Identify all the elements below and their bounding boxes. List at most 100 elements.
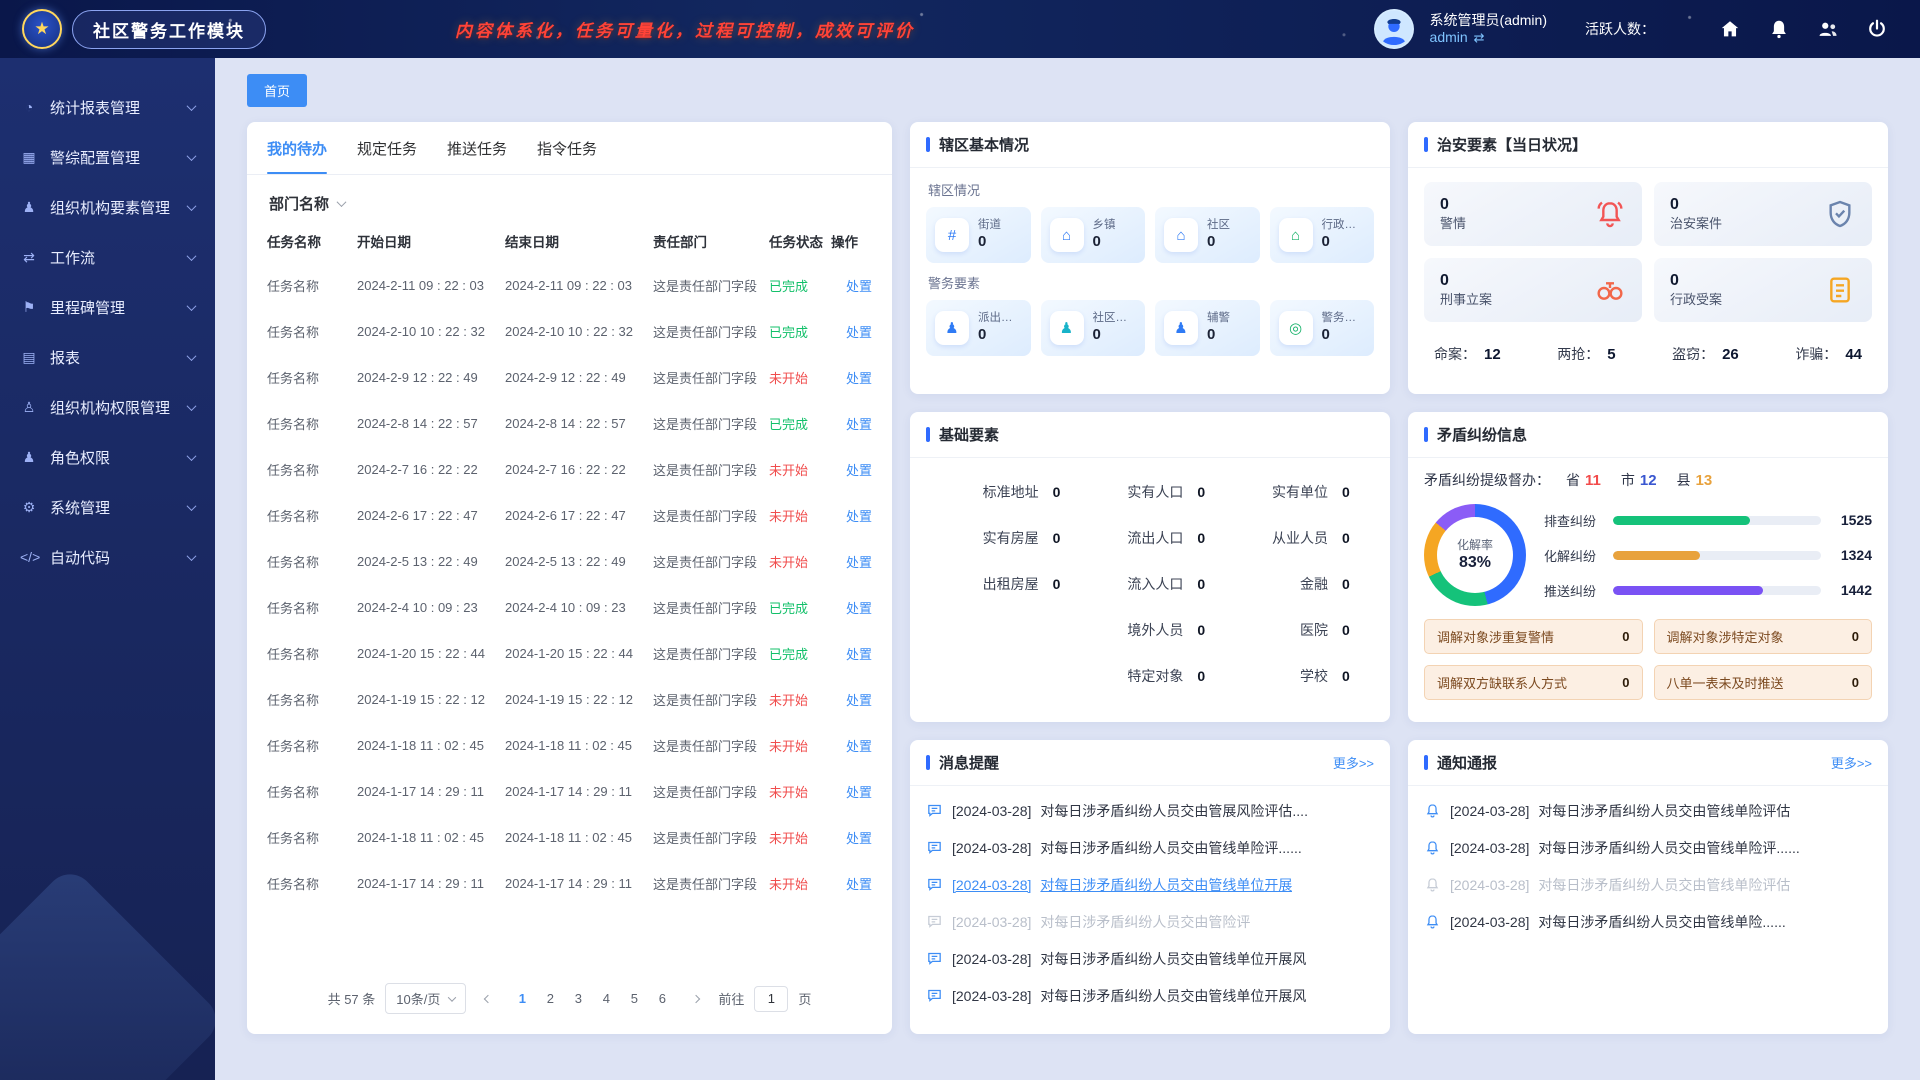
task-start-cell: 2024-1-18 11 : 02 : 45 — [357, 722, 505, 768]
notice-item[interactable]: [2024-03-28] 对每日涉矛盾纠纷人员交由管线单险评...... — [1424, 829, 1872, 866]
goto-page-input[interactable]: 1 — [754, 986, 788, 1012]
task-status-cell: 已完成 — [769, 262, 831, 308]
document-icon — [1824, 274, 1856, 306]
task-end-cell: 2024-1-17 14 : 29 : 11 — [505, 860, 653, 906]
dispute-filter-button[interactable]: 调解对象涉重复警情 0 — [1424, 619, 1643, 654]
prev-page-button[interactable] — [476, 987, 500, 1011]
base-elements-panel: 基础要素 标准地址 0 实有人口 0 — [910, 412, 1390, 722]
dispose-link[interactable]: 处置 — [846, 877, 872, 892]
sidebar-item-milestone[interactable]: ⚑ 里程碑管理 — [0, 282, 215, 332]
task-end-cell: 2024-2-7 16 : 22 : 22 — [505, 446, 653, 492]
tab-my-todo[interactable]: 我的待办 — [267, 122, 327, 174]
chat-icon — [926, 839, 943, 856]
tab-required-tasks[interactable]: 规定任务 — [357, 122, 417, 174]
dispute-filter-label: 调解对象涉重复警情 — [1437, 627, 1554, 646]
dispose-link[interactable]: 处置 — [846, 555, 872, 570]
dispute-filter-button[interactable]: 调解双方缺联系人方式 0 — [1424, 665, 1643, 700]
dispute-filter-label: 八单一表未及时推送 — [1667, 673, 1784, 692]
sidebar-item-system-management[interactable]: ⚙ 系统管理 — [0, 482, 215, 532]
stat-value: 0 — [1440, 195, 1466, 216]
user-avatar[interactable] — [1374, 9, 1414, 49]
page-number-button[interactable]: 5 — [622, 987, 646, 1011]
dispose-link[interactable]: 处置 — [846, 417, 872, 432]
username-switcher[interactable]: admin ⇄ — [1430, 29, 1547, 47]
dispose-link[interactable]: 处置 — [846, 463, 872, 478]
chevron-down-icon — [187, 101, 197, 111]
dispose-link[interactable]: 处置 — [846, 647, 872, 662]
section-label: 警务要素 — [928, 273, 1372, 292]
next-page-button[interactable] — [684, 987, 708, 1011]
stat-label: 派出所民警 — [978, 311, 1022, 325]
home-tab-button[interactable]: 首页 — [247, 74, 307, 107]
tab-instruction-tasks[interactable]: 指令任务 — [537, 122, 597, 174]
task-name-cell: 任务名称 — [267, 722, 357, 768]
messages-more-link[interactable]: 更多>> — [1333, 753, 1374, 772]
message-item[interactable]: [2024-03-28] 对每日涉矛盾纠纷人员交由管险评 — [926, 903, 1374, 940]
sidebar-item-org-permission[interactable]: ♙ 组织机构权限管理 — [0, 382, 215, 432]
task-dept-cell: 这是责任部门字段 — [653, 584, 769, 630]
dispose-link[interactable]: 处置 — [846, 693, 872, 708]
task-action-cell: 处置 — [831, 492, 872, 538]
power-icon[interactable] — [1866, 18, 1888, 40]
notice-item[interactable]: [2024-03-28] 对每日涉矛盾纠纷人员交由管线单险...... — [1424, 903, 1872, 940]
dispose-link[interactable]: 处置 — [846, 739, 872, 754]
notices-more-link[interactable]: 更多>> — [1831, 753, 1872, 772]
users-icon[interactable] — [1817, 18, 1839, 40]
page-number-button[interactable]: 4 — [594, 987, 618, 1011]
dispose-link[interactable]: 处置 — [846, 279, 872, 294]
message-item[interactable]: [2024-03-28] 对每日涉矛盾纠纷人员交由管线单位开展风 — [926, 940, 1374, 977]
dispose-link[interactable]: 处置 — [846, 509, 872, 524]
base-element-label: 出租房屋 — [983, 574, 1039, 594]
dispute-filter-button[interactable]: 调解对象涉特定对象 0 — [1654, 619, 1873, 654]
section-label: 辖区情况 — [928, 180, 1372, 199]
stat-card-town: ⌂ 乡镇 0 — [1041, 207, 1146, 263]
sidebar-item-statistics-report[interactable]: ◔ 统计报表管理 — [0, 82, 215, 132]
task-status-cell: 已完成 — [769, 630, 831, 676]
dispose-link[interactable]: 处置 — [846, 601, 872, 616]
notice-item[interactable]: [2024-03-28] 对每日涉矛盾纠纷人员交由管线单险评估 — [1424, 866, 1872, 903]
tab-pushed-tasks[interactable]: 推送任务 — [447, 122, 507, 174]
status-badge: 已完成 — [769, 647, 808, 662]
stat-label: 乡镇 — [1093, 218, 1116, 232]
notice-item[interactable]: [2024-03-28] 对每日涉矛盾纠纷人员交由管线单险评估 — [1424, 792, 1872, 829]
stat-value: 0 — [1440, 271, 1492, 292]
page-number-button[interactable]: 6 — [650, 987, 674, 1011]
sidebar-item-role-permission[interactable]: ♟ 角色权限 — [0, 432, 215, 482]
task-status-cell: 未开始 — [769, 860, 831, 906]
escalation-stat-value: 11 — [1585, 472, 1601, 489]
dispute-filter-button[interactable]: 八单一表未及时推送 0 — [1654, 665, 1873, 700]
dispose-link[interactable]: 处置 — [846, 785, 872, 800]
sidebar-nav: ◔ 统计报表管理 ▦ 警综配置管理 ♟ 组织机构要素管理 ⇄ — [0, 58, 215, 1080]
page-number-button[interactable]: 3 — [566, 987, 590, 1011]
message-item[interactable]: [2024-03-28] 对每日涉矛盾纠纷人员交由管线单位开展风 — [926, 977, 1374, 1014]
sidebar-item-auto-code[interactable]: </> 自动代码 — [0, 532, 215, 582]
message-item[interactable]: [2024-03-28] 对每日涉矛盾纠纷人员交由管线单位开展 — [926, 866, 1374, 903]
column-action: 操作 — [831, 220, 872, 262]
task-dept-cell: 这是责任部门字段 — [653, 722, 769, 768]
department-filter-label: 部门名称 — [269, 193, 329, 214]
table-row: 任务名称 2024-1-18 11 : 02 : 45 2024-1-18 11… — [267, 722, 872, 768]
sidebar-item-org-elements[interactable]: ♟ 组织机构要素管理 — [0, 182, 215, 232]
home-icon[interactable] — [1719, 18, 1741, 40]
table-row: 任务名称 2024-2-10 10 : 22 : 32 2024-2-10 10… — [267, 308, 872, 354]
sidebar-item-police-config[interactable]: ▦ 警综配置管理 — [0, 132, 215, 182]
sidebar-item-workflow[interactable]: ⇄ 工作流 — [0, 232, 215, 282]
message-item[interactable]: [2024-03-28] 对每日涉矛盾纠纷人员交由管展风险评估.... — [926, 792, 1374, 829]
sidebar-item-report[interactable]: ▤ 报表 — [0, 332, 215, 382]
task-name-cell: 任务名称 — [267, 354, 357, 400]
page-size-select[interactable]: 10条/页 — [385, 983, 466, 1014]
base-element-label: 医院 — [1300, 620, 1328, 640]
chevron-down-icon — [187, 151, 197, 161]
task-dept-cell: 这是责任部门字段 — [653, 676, 769, 722]
message-item[interactable]: [2024-03-28] 对每日涉矛盾纠纷人员交由管线单险评...... — [926, 829, 1374, 866]
dispose-link[interactable]: 处置 — [846, 831, 872, 846]
page-number-button[interactable]: 1 — [510, 987, 534, 1011]
dispose-link[interactable]: 处置 — [846, 371, 872, 386]
bell-icon[interactable] — [1768, 18, 1790, 40]
stat-label: 治安案件 — [1670, 216, 1722, 233]
department-filter[interactable]: 部门名称 — [247, 175, 892, 218]
crime-count: 盗窃：26 — [1672, 344, 1739, 364]
task-name-cell: 任务名称 — [267, 630, 357, 676]
dispose-link[interactable]: 处置 — [846, 325, 872, 340]
page-number-button[interactable]: 2 — [538, 987, 562, 1011]
